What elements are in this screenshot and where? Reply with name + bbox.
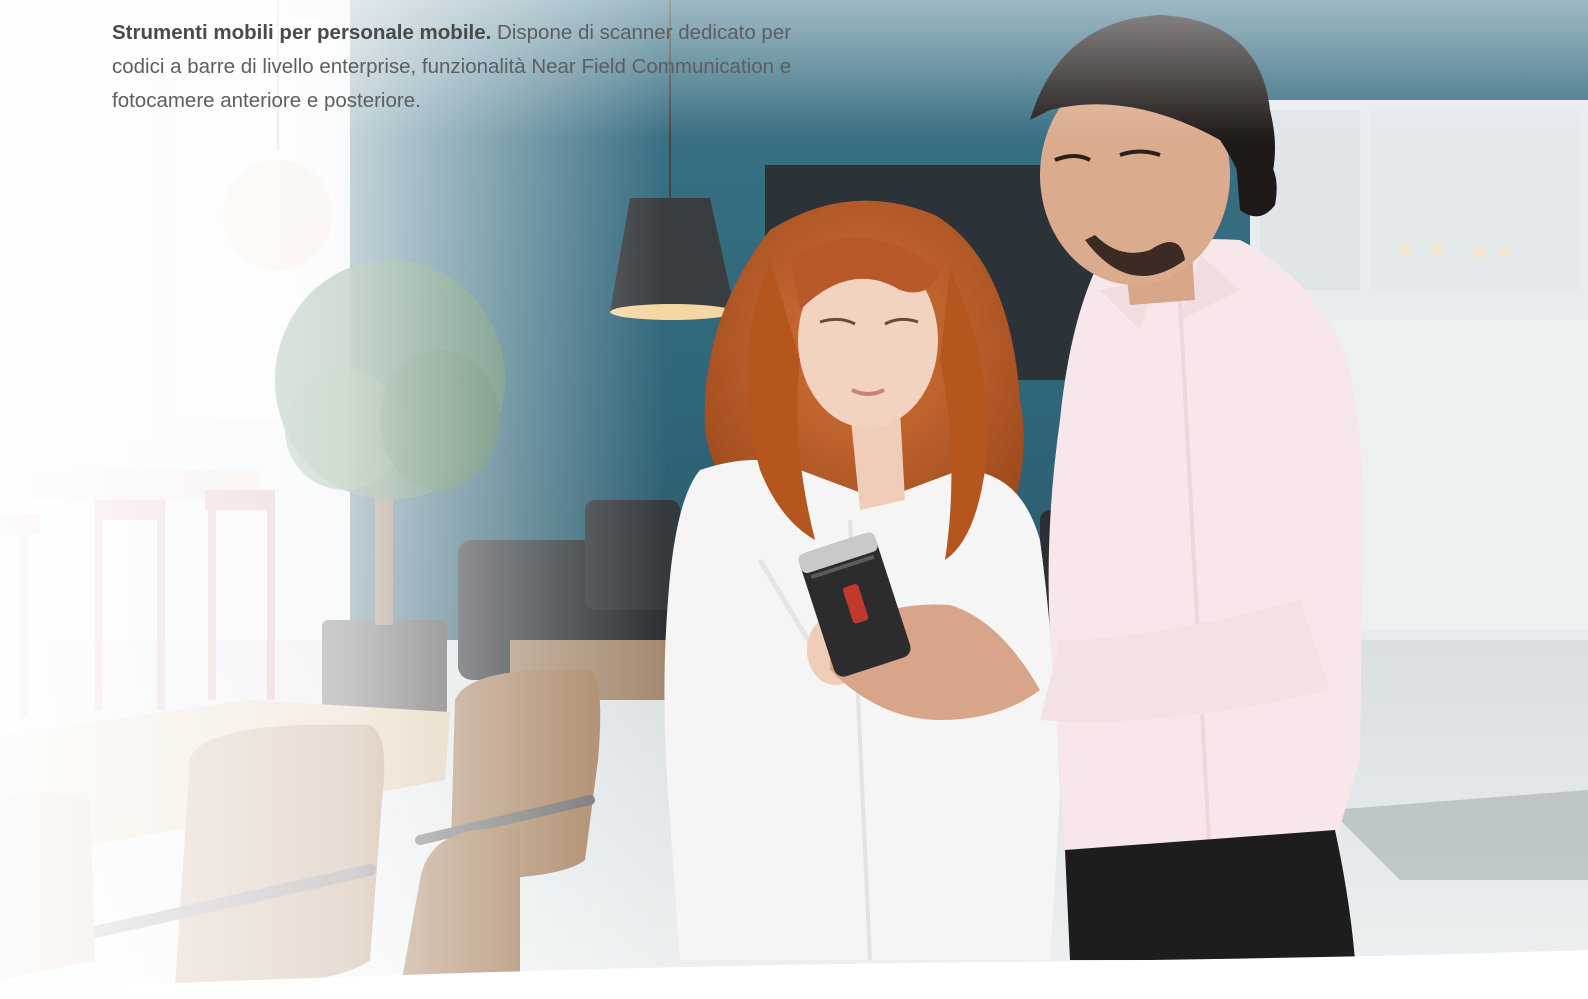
hero-headline: Strumenti mobili per personale mobile. — [112, 21, 492, 44]
hero-description: Strumenti mobili per personale mobile. D… — [112, 16, 802, 118]
hero-photo — [0, 0, 1588, 999]
